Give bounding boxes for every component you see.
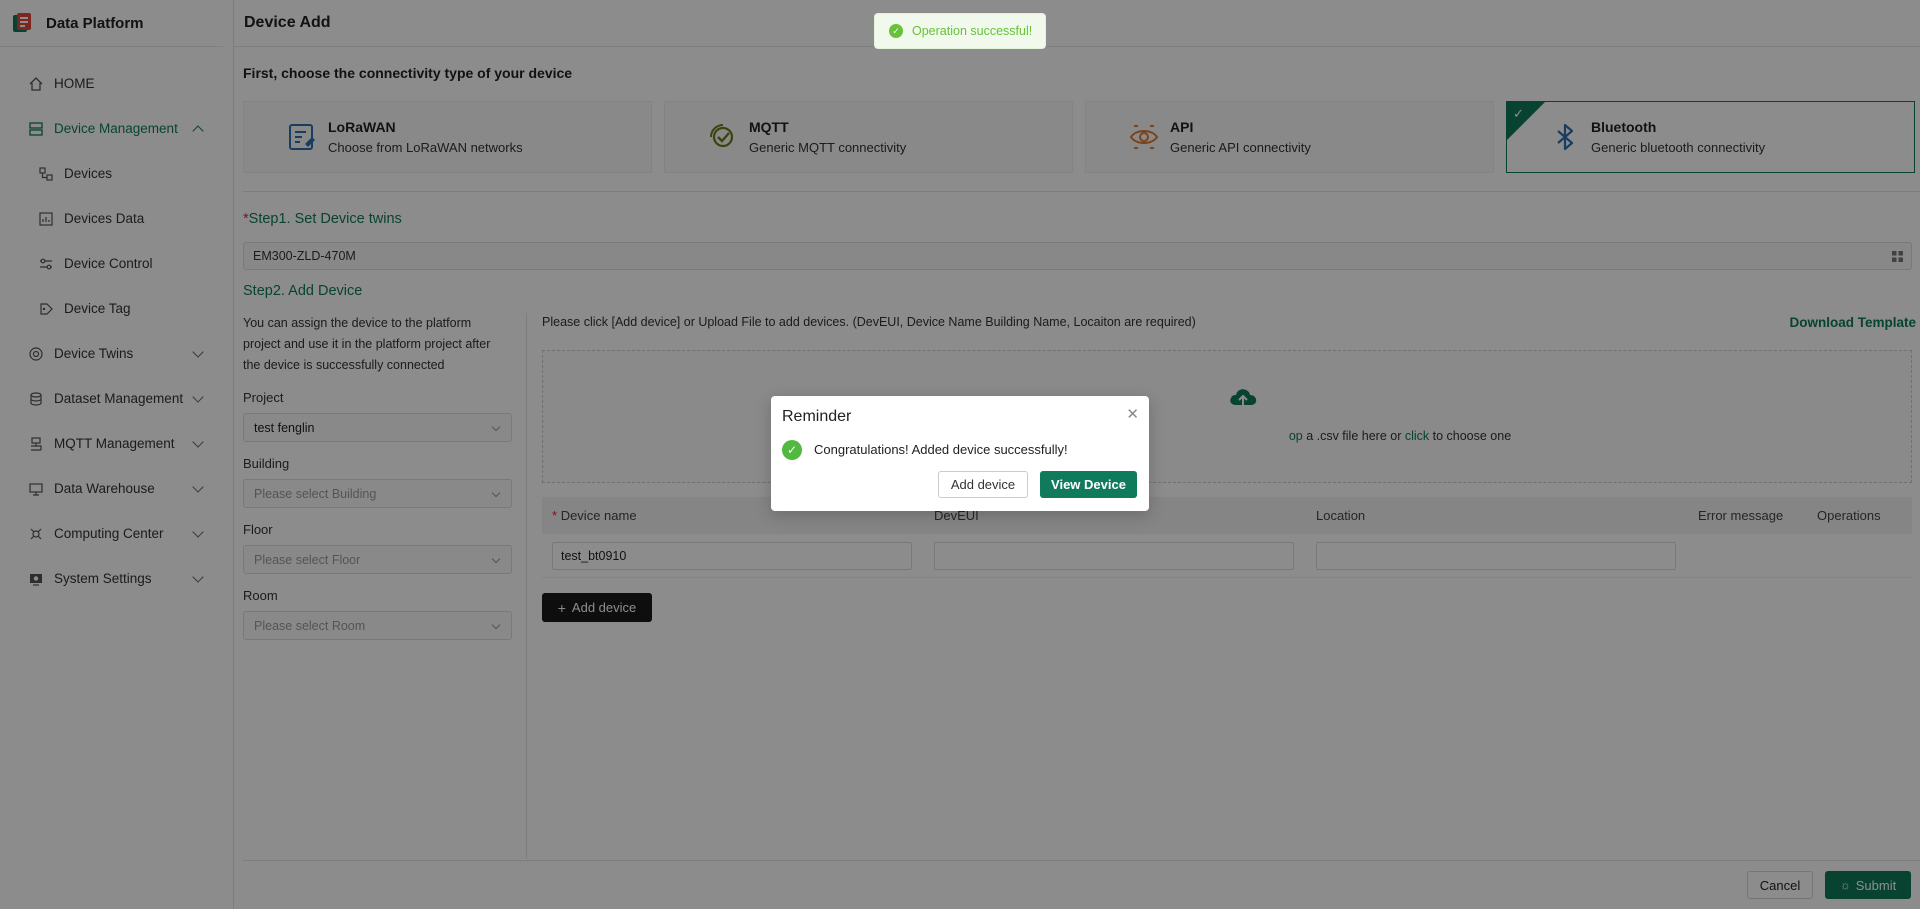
close-icon[interactable]: ✕ <box>1126 405 1139 423</box>
dialog-message: Congratulations! Added device successful… <box>814 442 1068 457</box>
toast-message: Operation successful! <box>912 24 1033 38</box>
success-toast: ✓ Operation successful! <box>874 13 1046 49</box>
success-check-icon: ✓ <box>782 440 802 460</box>
view-device-button[interactable]: View Device <box>1040 471 1137 498</box>
dialog-add-device-button[interactable]: Add device <box>938 471 1028 498</box>
check-circle-icon: ✓ <box>889 24 903 38</box>
reminder-dialog: Reminder ✕ ✓ Congratulations! Added devi… <box>771 396 1149 511</box>
dialog-title: Reminder <box>782 408 852 425</box>
